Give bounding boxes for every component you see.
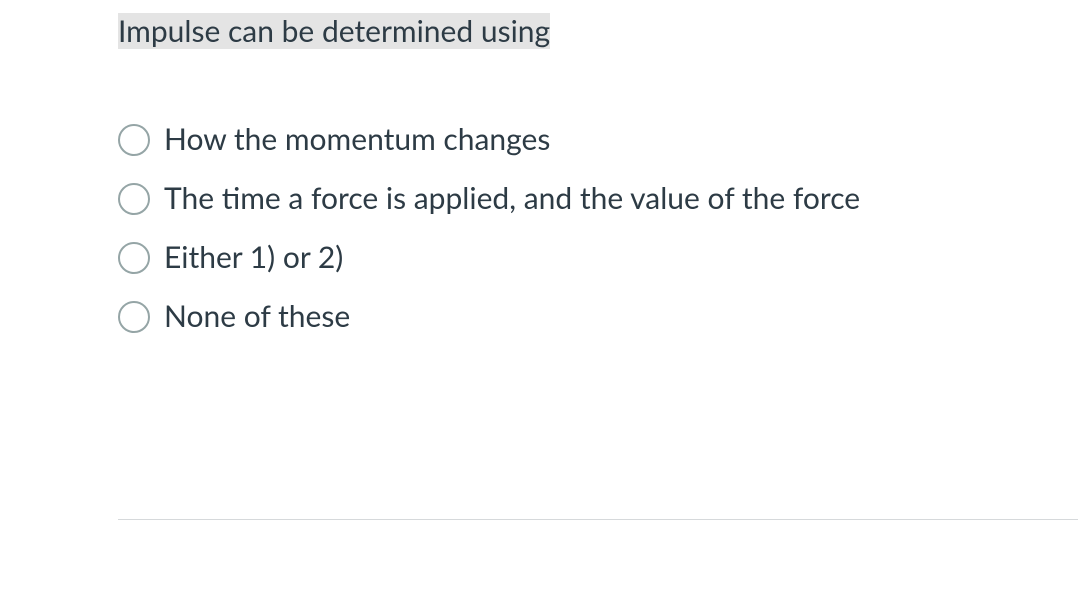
question-container: Impulse can be determined using How the … xyxy=(0,0,1078,336)
radio-icon xyxy=(118,124,150,156)
option-4[interactable]: None of these xyxy=(118,297,1078,336)
option-label: How the momentum changes xyxy=(164,120,550,159)
question-text: Impulse can be determined using xyxy=(118,13,550,49)
option-1[interactable]: How the momentum changes xyxy=(118,120,1078,159)
option-label: None of these xyxy=(164,297,350,336)
radio-icon xyxy=(118,183,150,215)
divider xyxy=(118,519,1078,520)
radio-icon xyxy=(118,242,150,274)
option-3[interactable]: Either 1) or 2) xyxy=(118,238,1078,277)
radio-icon xyxy=(118,301,150,333)
option-label: The time a force is applied, and the val… xyxy=(164,179,860,218)
options-group: How the momentum changes The time a forc… xyxy=(118,120,1078,336)
option-2[interactable]: The time a force is applied, and the val… xyxy=(118,179,1078,218)
option-label: Either 1) or 2) xyxy=(164,238,343,277)
